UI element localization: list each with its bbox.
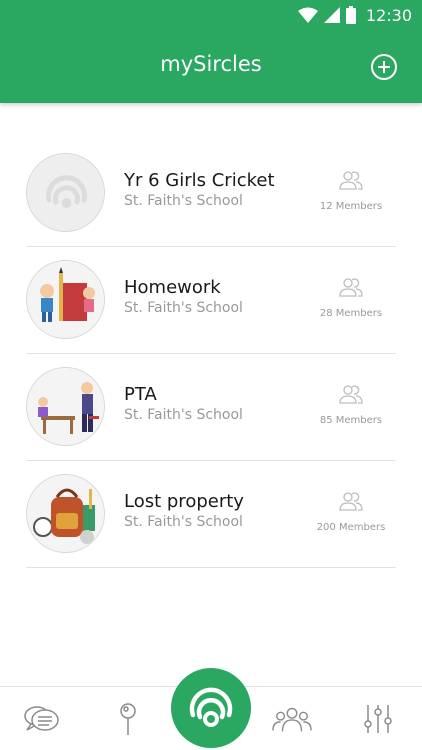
location-pin-icon[interactable] [108, 701, 148, 737]
divider [26, 567, 396, 568]
page-title: mySircles [160, 52, 262, 76]
members-info: 12 Members [306, 170, 396, 213]
members-count: 28 Members [319, 308, 383, 319]
list-item[interactable]: Homework St. Faith's School 28 Members [0, 247, 422, 354]
members-info: 85 Members [306, 384, 396, 427]
circle-school: St. Faith's School [124, 300, 243, 316]
kids-with-book-illustration-icon [26, 260, 105, 339]
status-bar: 12:30 [297, 4, 412, 26]
members-count: 85 Members [319, 415, 383, 426]
members-count: 200 Members [316, 522, 386, 533]
wifi-icon [297, 7, 318, 23]
members-info: 200 Members [306, 491, 396, 534]
circle-title: PTA [124, 384, 157, 405]
circle-title: Lost property [124, 491, 244, 512]
app-header: 12:30 mySircles [0, 0, 422, 103]
sircles-logo-placeholder-icon [26, 153, 105, 232]
circle-title: Yr 6 Girls Cricket [124, 170, 275, 191]
status-time: 12:30 [365, 5, 412, 25]
members-icon [339, 278, 363, 297]
circle-school: St. Faith's School [124, 193, 243, 209]
circle-title: Homework [124, 277, 221, 298]
settings-sliders-icon[interactable] [358, 701, 398, 737]
members-icon [339, 492, 363, 511]
circle-school: St. Faith's School [124, 514, 243, 530]
sircles-icon[interactable] [171, 668, 251, 748]
parent-teacher-illustration-icon [26, 367, 105, 446]
circle-school: St. Faith's School [124, 407, 243, 423]
list-item[interactable]: PTA St. Faith's School 85 Members [0, 354, 422, 461]
members-icon [339, 171, 363, 190]
list-item[interactable]: Yr 6 Girls Cricket St. Faith's School 12… [0, 140, 422, 247]
battery-icon [345, 6, 356, 24]
members-icon [339, 385, 363, 404]
list-item[interactable]: Lost property St. Faith's School 200 Mem… [0, 461, 422, 568]
chat-icon[interactable] [22, 701, 62, 737]
school-bag-illustration-icon [26, 474, 105, 553]
members-count: 12 Members [319, 201, 383, 212]
people-icon[interactable] [272, 701, 312, 737]
members-info: 28 Members [306, 277, 396, 320]
signal-icon [323, 7, 340, 23]
add-circle-button[interactable] [371, 54, 397, 80]
circles-list: Yr 6 Girls Cricket St. Faith's School 12… [0, 140, 422, 568]
